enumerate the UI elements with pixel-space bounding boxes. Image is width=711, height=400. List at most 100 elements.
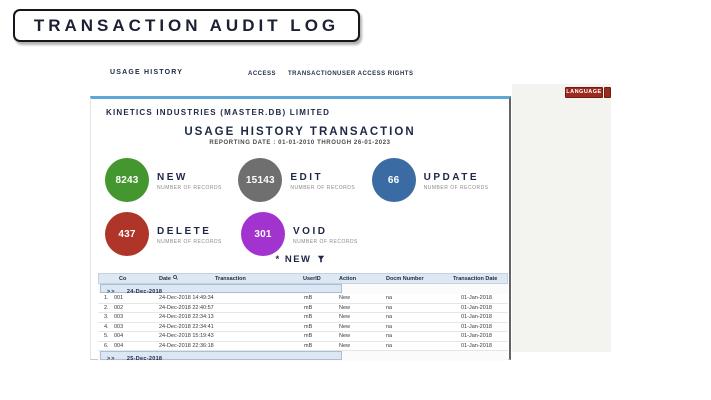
group-date-label: 25-Dec-2018 bbox=[126, 356, 163, 362]
cell-co: 001 bbox=[114, 295, 124, 301]
report-title: USAGE HISTORY TRANSACTION bbox=[184, 126, 416, 138]
cell-userid: mB bbox=[304, 333, 313, 339]
cell-userid: mB bbox=[304, 342, 313, 349]
stat-item: 437 DELETE NUMBER OF RECORDS bbox=[105, 211, 241, 257]
filter-control[interactable]: * NEW bbox=[91, 254, 509, 265]
table-row[interactable]: 5. 004 24-Dec-2018 15:19:43 mB New na 01… bbox=[98, 332, 508, 342]
cell-docm-number: na bbox=[386, 333, 393, 339]
page-title: TRANSACTION AUDIT LOG bbox=[33, 15, 340, 35]
col-header-transaction[interactable]: Transaction bbox=[215, 274, 246, 284]
language-button[interactable]: LANGUAGE bbox=[565, 87, 603, 98]
stat-sublabel: NUMBER OF RECORDS bbox=[293, 238, 358, 245]
table-body: >> 24-Dec-2018 1. 001 24-Dec-2018 14:49:… bbox=[98, 284, 508, 362]
stat-label: NEW bbox=[157, 171, 188, 183]
cell-action: New bbox=[339, 304, 351, 311]
stat-value: 15143 bbox=[245, 174, 275, 186]
stat-item: 15143 EDIT NUMBER OF RECORDS bbox=[238, 157, 371, 203]
col-header-transaction-date[interactable]: Transaction Date bbox=[453, 274, 497, 284]
cell-docm-number: na bbox=[386, 323, 393, 330]
expand-icon: >> bbox=[107, 356, 116, 362]
stat-circle: 15143 bbox=[238, 158, 283, 202]
cell-userid: mB bbox=[304, 314, 313, 320]
cell-transaction-date: 01-Jan-2018 bbox=[461, 342, 492, 349]
tab-transaction[interactable]: TRANSACTION bbox=[288, 71, 337, 77]
cell-userid: mB bbox=[304, 304, 313, 311]
cell-docm-number: na bbox=[386, 342, 393, 349]
table-row[interactable]: 4. 003 24-Dec-2018 22:34:41 mB New na 01… bbox=[98, 322, 508, 332]
cell-index: 1. bbox=[104, 295, 109, 301]
cell-co: 002 bbox=[114, 304, 124, 311]
cell-docm-number: na bbox=[386, 295, 393, 301]
col-header-action[interactable]: Action bbox=[339, 274, 356, 284]
stat-circle: 66 bbox=[371, 158, 416, 202]
stat-value: 8243 bbox=[115, 174, 139, 186]
cell-index: 5. bbox=[104, 333, 109, 339]
partial-button[interactable] bbox=[604, 87, 611, 98]
stat-label: VOID bbox=[293, 225, 328, 237]
table-group-row[interactable]: >> 24-Dec-2018 bbox=[98, 284, 508, 295]
filter-icon bbox=[314, 254, 325, 265]
page-title-box: TRANSACTION AUDIT LOG bbox=[13, 9, 360, 42]
cell-index: 3. bbox=[104, 314, 109, 320]
table-row[interactable]: 3. 003 24-Dec-2018 22:34:13 mB New na 01… bbox=[98, 313, 508, 323]
stat-circle: 301 bbox=[241, 212, 285, 256]
stats-row-1: 8243 NEW NUMBER OF RECORDS 15143 EDIT NU… bbox=[105, 157, 505, 203]
cell-co: 003 bbox=[114, 323, 124, 330]
cell-date: 24-Dec-2018 22:36:18 bbox=[159, 342, 214, 349]
cell-userid: mB bbox=[304, 295, 313, 301]
table-row[interactable]: 1. 001 24-Dec-2018 14:49:34 mB New na 01… bbox=[98, 294, 508, 304]
cell-action: New bbox=[339, 314, 351, 320]
group-box[interactable]: >> 24-Dec-2018 bbox=[100, 284, 342, 295]
col-header-co[interactable]: Co bbox=[119, 274, 126, 284]
stat-text: DELETE NUMBER OF RECORDS bbox=[157, 224, 222, 245]
report-card: KINETICS INDUSTRIES (MASTER.DB) LIMITED … bbox=[90, 96, 511, 362]
stat-sublabel: NUMBER OF RECORDS bbox=[423, 184, 489, 191]
table-row[interactable]: 2. 002 24-Dec-2018 22:40:57 mB New na 01… bbox=[98, 303, 508, 313]
search-icon[interactable] bbox=[173, 274, 178, 284]
tab-access[interactable]: ACCESS bbox=[248, 71, 276, 77]
cell-transaction-date: 01-Jan-2018 bbox=[461, 333, 492, 339]
tab-user-access-rights[interactable]: USER ACCESS RIGHTS bbox=[337, 71, 413, 77]
stat-value: 301 bbox=[254, 228, 272, 240]
table-header-row: Co Date Transaction UserID Action Docm N… bbox=[98, 273, 508, 284]
group-box[interactable]: >> 25-Dec-2018 bbox=[100, 351, 342, 362]
filter-label: * NEW bbox=[275, 254, 312, 265]
cell-date: 24-Dec-2018 15:19:43 bbox=[159, 333, 214, 339]
company-name: KINETICS INDUSTRIES (MASTER.DB) LIMITED bbox=[106, 108, 331, 117]
stat-circle: 437 bbox=[105, 212, 149, 256]
stat-text: EDIT NUMBER OF RECORDS bbox=[290, 170, 355, 191]
cell-index: 4. bbox=[104, 323, 109, 330]
col-header-date[interactable]: Date bbox=[159, 274, 178, 284]
cell-transaction-date: 01-Jan-2018 bbox=[461, 295, 492, 301]
table-row[interactable]: 6. 004 24-Dec-2018 22:36:18 mB New na 01… bbox=[98, 341, 508, 351]
cell-userid: mB bbox=[304, 323, 313, 330]
cell-action: New bbox=[339, 323, 351, 330]
cell-docm-number: na bbox=[386, 304, 393, 311]
cell-index: 2. bbox=[104, 304, 109, 311]
cell-action: New bbox=[339, 333, 351, 339]
side-panel bbox=[512, 84, 611, 352]
cell-docm-number: na bbox=[386, 314, 393, 320]
cell-transaction-date: 01-Jan-2018 bbox=[461, 323, 492, 330]
stat-text: NEW NUMBER OF RECORDS bbox=[157, 170, 222, 191]
col-header-docm-number[interactable]: Docm Number bbox=[386, 274, 424, 284]
app-brand: USAGE HISTORY bbox=[110, 69, 184, 76]
cell-date: 24-Dec-2018 22:34:13 bbox=[159, 314, 214, 320]
stat-text: UPDATE NUMBER OF RECORDS bbox=[424, 170, 489, 191]
stat-value: 437 bbox=[118, 228, 136, 240]
stat-sublabel: NUMBER OF RECORDS bbox=[290, 184, 356, 191]
cell-co: 003 bbox=[114, 314, 124, 320]
stat-label: DELETE bbox=[157, 225, 212, 237]
stat-label: UPDATE bbox=[423, 171, 480, 183]
col-header-userid[interactable]: UserID bbox=[303, 274, 321, 284]
stat-value: 66 bbox=[387, 174, 400, 186]
stat-sublabel: NUMBER OF RECORDS bbox=[157, 238, 222, 245]
stat-label: EDIT bbox=[290, 171, 324, 183]
cell-date: 24-Dec-2018 22:40:57 bbox=[159, 304, 214, 311]
stat-sublabel: NUMBER OF RECORDS bbox=[157, 184, 222, 191]
table-group-row[interactable]: >> 25-Dec-2018 bbox=[98, 351, 508, 362]
stat-item: 301 VOID NUMBER OF RECORDS bbox=[241, 211, 377, 257]
cell-co: 004 bbox=[114, 333, 124, 339]
stat-item: 8243 NEW NUMBER OF RECORDS bbox=[105, 157, 238, 203]
cell-date: 24-Dec-2018 14:49:34 bbox=[159, 295, 214, 301]
